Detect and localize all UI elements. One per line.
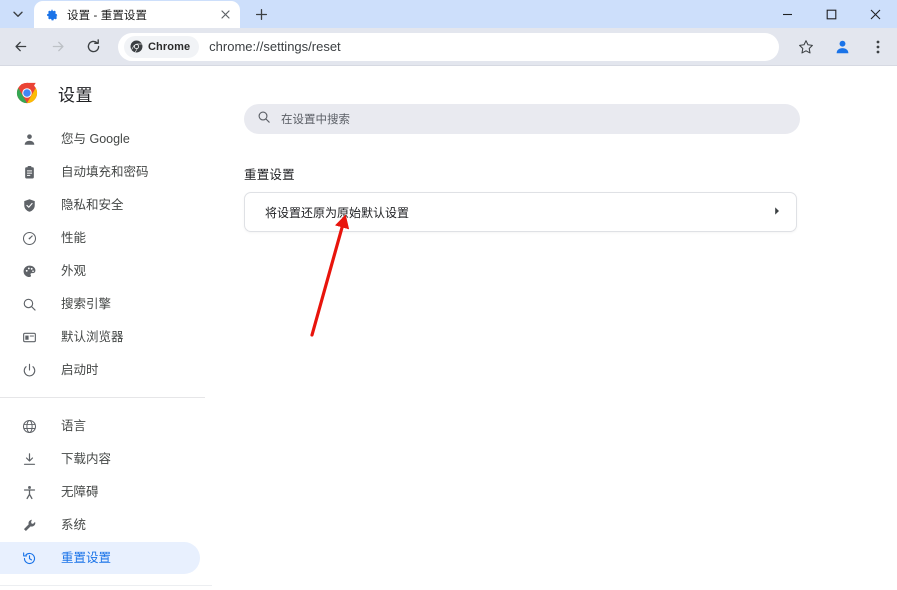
settings-title: 设置 bbox=[58, 85, 93, 105]
address-bar[interactable]: Chrome chrome://settings/reset bbox=[118, 32, 779, 61]
reset-section-title: 重置设置 bbox=[244, 168, 295, 182]
sidebar-label: 默认浏览器 bbox=[61, 329, 124, 344]
sidebar-bottom-divider bbox=[0, 585, 212, 586]
tab-close-button[interactable] bbox=[217, 7, 233, 23]
forward-arrow-icon bbox=[52, 41, 64, 52]
sidebar-label: 下载内容 bbox=[61, 451, 112, 466]
chevron-right-icon bbox=[772, 203, 782, 221]
person-icon bbox=[20, 130, 38, 148]
sidebar-label: 搜索引擎 bbox=[61, 296, 112, 311]
tab-strip: 设置 - 重置设置 bbox=[0, 0, 897, 28]
settings-nav: 您与 Google 自动填充和密码 隐私和安全 性能 外观 搜索引擎 默认浏览器… bbox=[0, 123, 213, 574]
wrench-icon bbox=[20, 516, 38, 534]
speedometer-icon bbox=[20, 229, 38, 247]
chrome-logo-icon bbox=[130, 40, 143, 53]
forward-button[interactable] bbox=[42, 32, 72, 62]
sidebar-item-autofill-passwords[interactable]: 自动填充和密码 bbox=[0, 156, 213, 188]
tab-search-button[interactable] bbox=[4, 1, 32, 27]
profile-avatar-icon bbox=[836, 40, 848, 54]
history-restore-icon bbox=[20, 549, 38, 567]
settings-brand: 设置 bbox=[0, 71, 213, 115]
sidebar-item-on-startup[interactable]: 启动时 bbox=[0, 354, 213, 386]
sidebar-item-accessibility[interactable]: 无障碍 bbox=[0, 476, 213, 508]
sidebar-label: 隐私和安全 bbox=[61, 197, 124, 212]
sidebar-label: 启动时 bbox=[61, 362, 99, 377]
sidebar-label: 外观 bbox=[61, 263, 87, 278]
browser-toolbar: Chrome chrome://settings/reset bbox=[0, 28, 897, 66]
star-icon bbox=[799, 39, 813, 53]
power-icon bbox=[20, 361, 38, 379]
sidebar-item-appearance[interactable]: 外观 bbox=[0, 255, 213, 287]
globe-icon bbox=[20, 417, 38, 435]
search-placeholder: 在设置中搜索 bbox=[281, 114, 350, 126]
palette-icon bbox=[20, 262, 38, 280]
sidebar-item-privacy-security[interactable]: 隐私和安全 bbox=[0, 189, 213, 221]
omnibox-chrome-label: Chrome bbox=[148, 40, 191, 53]
sidebar-item-performance[interactable]: 性能 bbox=[0, 222, 213, 254]
search-icon bbox=[20, 295, 38, 313]
window-controls bbox=[765, 0, 897, 28]
reset-settings-label: 将设置还原为原始默认设置 bbox=[265, 205, 410, 220]
window-maximize-button[interactable] bbox=[809, 0, 853, 28]
search-icon bbox=[257, 110, 271, 129]
bookmark-button[interactable] bbox=[791, 32, 821, 62]
omnibox-chrome-chip: Chrome bbox=[124, 35, 200, 58]
minimize-icon bbox=[782, 13, 792, 15]
back-button[interactable] bbox=[6, 32, 36, 62]
sidebar-label: 自动填充和密码 bbox=[61, 164, 149, 179]
reset-settings-row[interactable]: 将设置还原为原始默认设置 bbox=[244, 192, 797, 232]
tab-title: 设置 - 重置设置 bbox=[67, 9, 148, 22]
sidebar-label: 重置设置 bbox=[61, 550, 112, 565]
three-dot-menu-icon bbox=[876, 40, 880, 53]
browser-window: 设置 - 重置设置 Chrome chrome://settings/reset… bbox=[0, 0, 897, 590]
close-icon bbox=[870, 9, 880, 19]
sidebar-divider bbox=[0, 397, 205, 398]
window-close-button[interactable] bbox=[853, 0, 897, 28]
reload-button[interactable] bbox=[78, 32, 108, 62]
clipboard-icon bbox=[20, 163, 38, 181]
sidebar-label: 性能 bbox=[61, 230, 87, 245]
sidebar-item-system[interactable]: 系统 bbox=[0, 509, 213, 541]
plus-icon bbox=[255, 8, 267, 20]
sidebar-item-you-and-google[interactable]: 您与 Google bbox=[0, 123, 213, 155]
sidebar-item-languages[interactable]: 语言 bbox=[0, 410, 213, 442]
chrome-menu-button[interactable] bbox=[863, 32, 893, 62]
sidebar-item-downloads[interactable]: 下载内容 bbox=[0, 443, 213, 475]
window-minimize-button[interactable] bbox=[765, 0, 809, 28]
settings-gear-icon bbox=[47, 9, 58, 20]
reload-icon bbox=[87, 39, 99, 53]
toolbar-actions bbox=[785, 32, 893, 62]
sidebar-label: 系统 bbox=[61, 517, 87, 532]
new-tab-button[interactable] bbox=[248, 1, 274, 27]
close-icon bbox=[220, 10, 230, 19]
accessibility-icon bbox=[20, 483, 38, 501]
settings-search-box[interactable]: 在设置中搜索 bbox=[244, 104, 800, 134]
sidebar-label: 语言 bbox=[61, 418, 87, 433]
settings-sidebar: 设置 您与 Google 自动填充和密码 隐私和安全 性能 外观 搜索引擎 默认… bbox=[0, 67, 213, 590]
chevron-down-icon bbox=[13, 11, 23, 17]
browser-window-icon bbox=[20, 328, 38, 346]
sidebar-item-default-browser[interactable]: 默认浏览器 bbox=[0, 321, 213, 353]
maximize-icon bbox=[826, 9, 836, 19]
sidebar-item-reset-settings[interactable]: 重置设置 bbox=[0, 542, 200, 574]
sidebar-item-search-engine[interactable]: 搜索引擎 bbox=[0, 288, 213, 320]
sidebar-label: 无障碍 bbox=[61, 484, 99, 499]
profile-button[interactable] bbox=[827, 32, 857, 62]
omnibox-url-text: chrome://settings/reset bbox=[209, 39, 341, 54]
back-arrow-icon bbox=[14, 41, 26, 52]
sidebar-label: 您与 Google bbox=[61, 131, 130, 146]
chrome-logo-icon bbox=[16, 82, 38, 104]
settings-page: 设置 您与 Google 自动填充和密码 隐私和安全 性能 外观 搜索引擎 默认… bbox=[0, 67, 897, 590]
download-icon bbox=[20, 450, 38, 468]
settings-main: 在设置中搜索 重置设置 将设置还原为原始默认设置 bbox=[213, 67, 897, 590]
tab-settings[interactable]: 设置 - 重置设置 bbox=[34, 1, 240, 28]
shield-icon bbox=[20, 196, 38, 214]
